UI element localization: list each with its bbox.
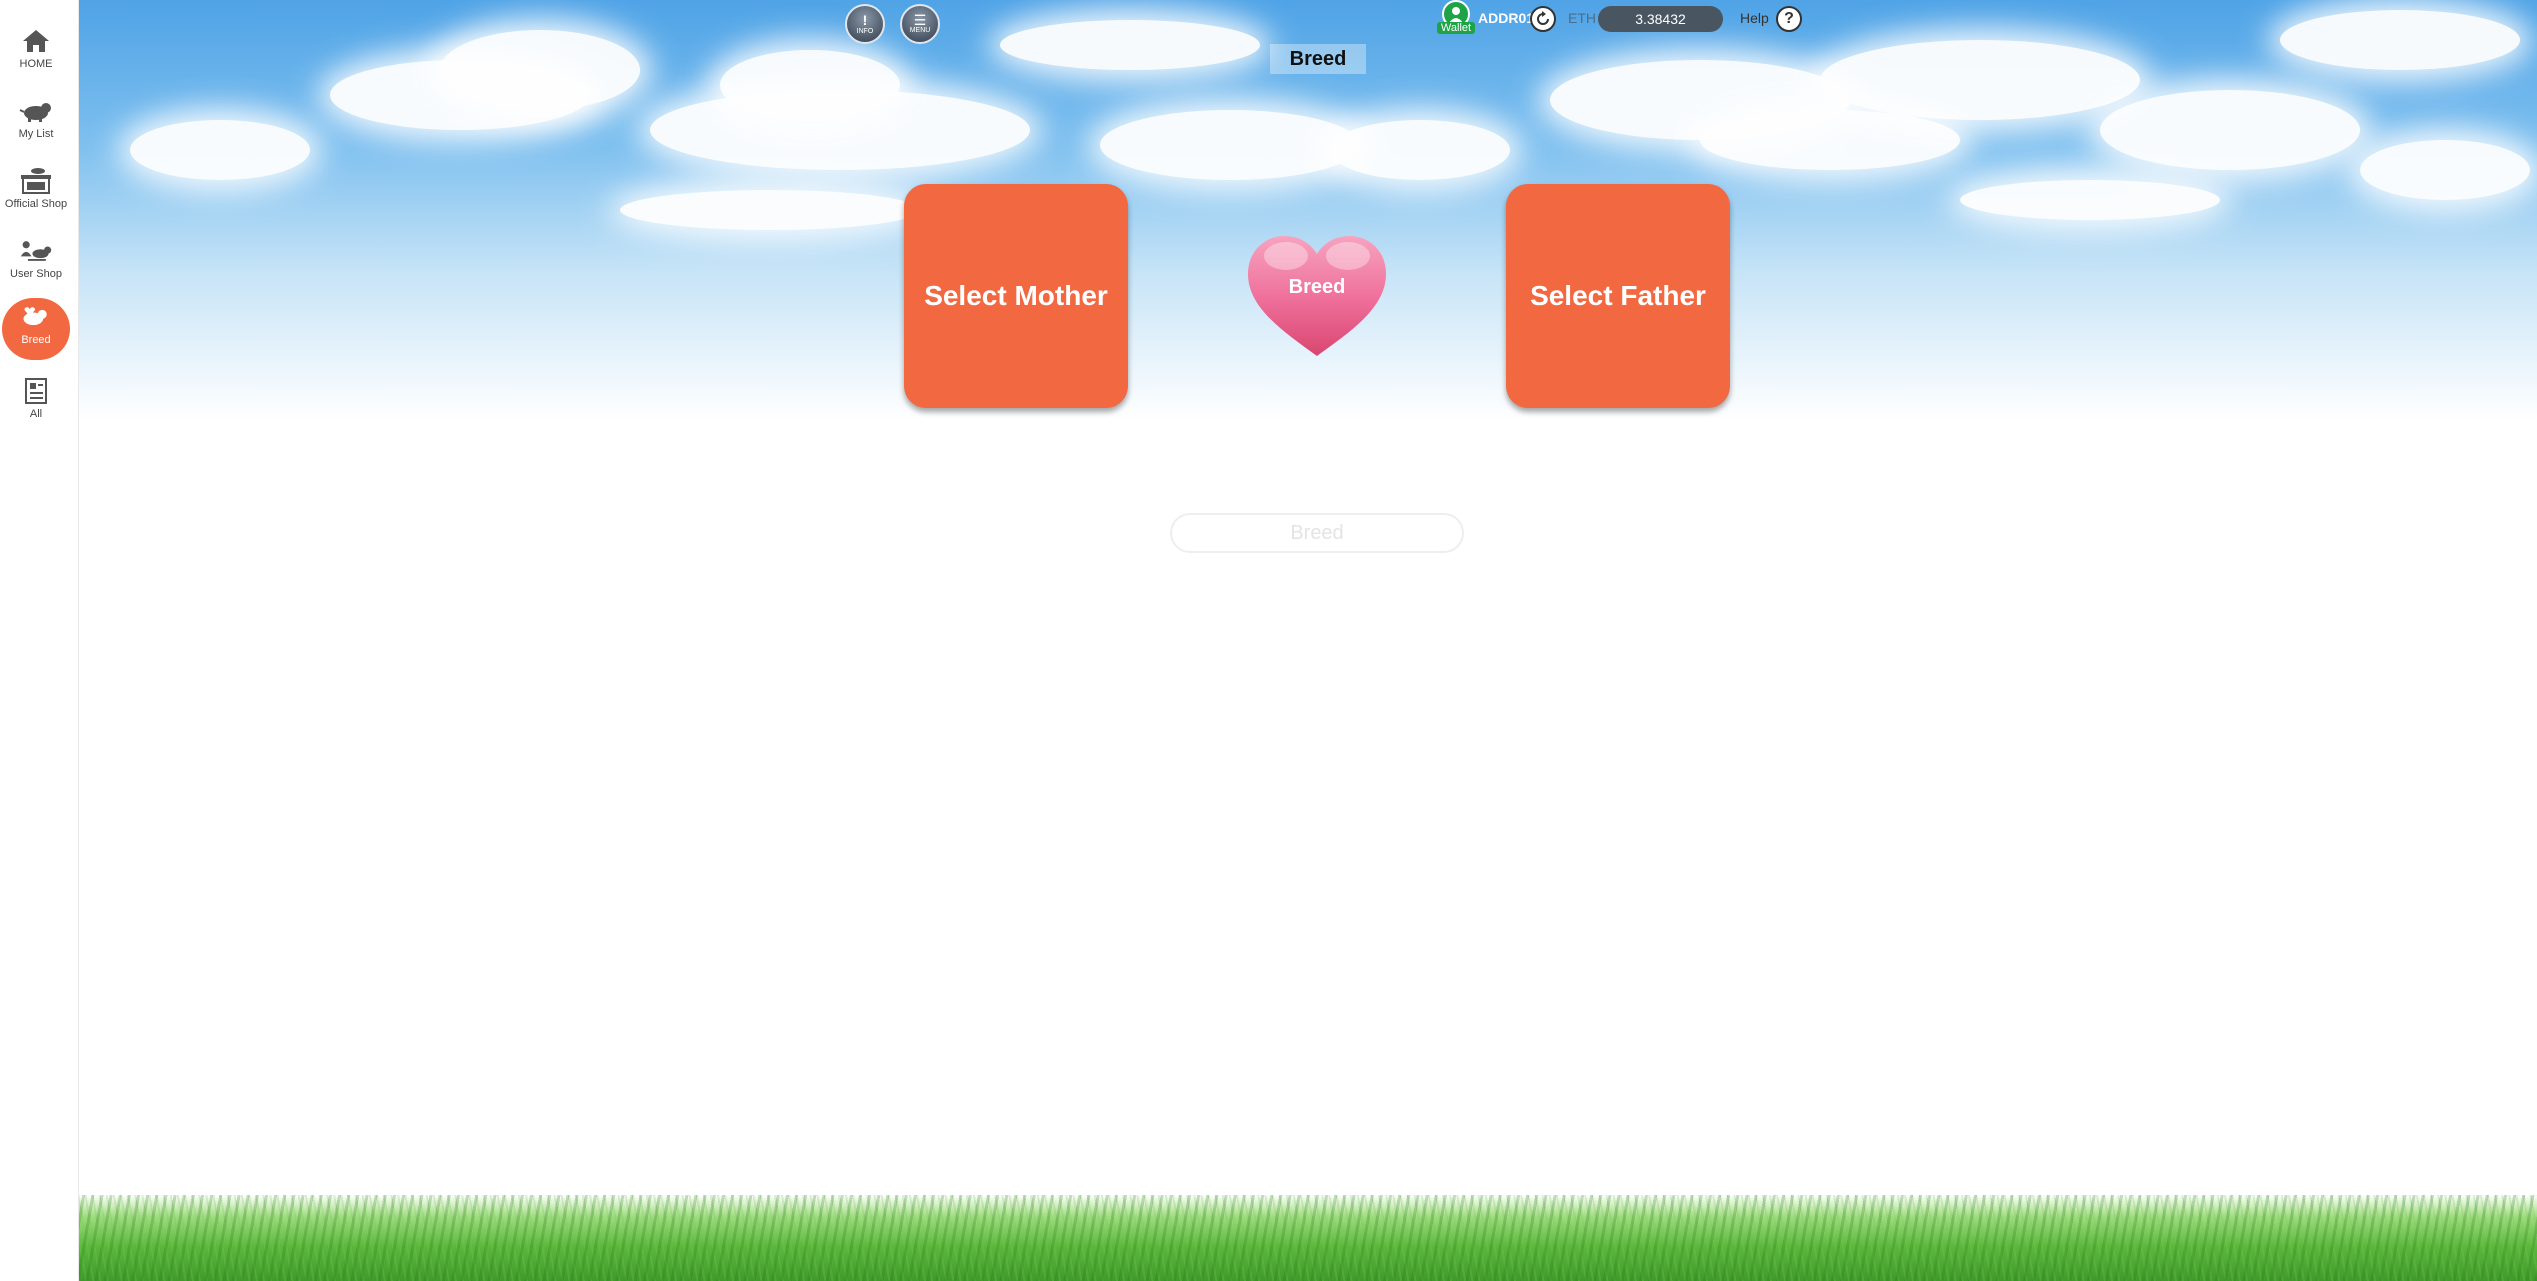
wallet-address: ADDR01 [1478, 10, 1535, 26]
page-title: Breed [1270, 44, 1366, 74]
sidebar-item-official-shop[interactable]: Official Shop [0, 162, 72, 224]
menu-icon: ☰ [913, 12, 927, 28]
sidebar-item-label: All [29, 408, 43, 420]
pet-icon [19, 96, 53, 126]
sidebar-item-label: Breed [21, 334, 51, 346]
sidebar-item-breed[interactable]: Breed [2, 298, 70, 360]
sidebar-item-label: Official Shop [4, 198, 68, 210]
sidebar-item-my-list[interactable]: My List [0, 92, 72, 154]
info-button-label: INFO [856, 28, 874, 35]
sidebar-item-label: HOME [19, 58, 53, 70]
breed-icon [19, 302, 53, 332]
menu-button-label: MENU [909, 27, 931, 34]
heart-label: Breed [1288, 276, 1346, 298]
home-icon [19, 26, 53, 56]
help-link[interactable]: Help [1740, 10, 1769, 26]
info-icon: ! [862, 12, 868, 28]
info-button[interactable]: ! INFO [845, 4, 885, 44]
user-shop-icon [19, 236, 53, 266]
sidebar-item-label: User Shop [10, 268, 62, 280]
select-mother-button[interactable]: Select Mother [904, 184, 1128, 408]
breed-button[interactable]: Breed [1170, 513, 1464, 553]
menu-button[interactable]: ☰ MENU [900, 4, 940, 44]
sidebar-item-user-shop[interactable]: User Shop [0, 232, 72, 294]
sidebar-item-label: My List [18, 128, 54, 140]
refresh-icon[interactable] [1530, 6, 1556, 32]
help-icon[interactable]: ? [1776, 6, 1802, 32]
sidebar: HOME My List Official Shop User Shop Bre… [0, 0, 79, 1281]
shop-icon [19, 166, 53, 196]
grass-ground [0, 1195, 2537, 1281]
eth-balance: 3.38432 [1598, 6, 1723, 32]
currency-label: ETH [1568, 10, 1596, 26]
sidebar-item-home[interactable]: HOME [0, 22, 72, 84]
document-icon [19, 376, 53, 406]
wallet-button[interactable]: Wallet [1434, 0, 1478, 38]
sidebar-item-all[interactable]: All [0, 372, 72, 434]
select-father-button[interactable]: Select Father [1506, 184, 1730, 408]
wallet-label: Wallet [1436, 22, 1476, 34]
